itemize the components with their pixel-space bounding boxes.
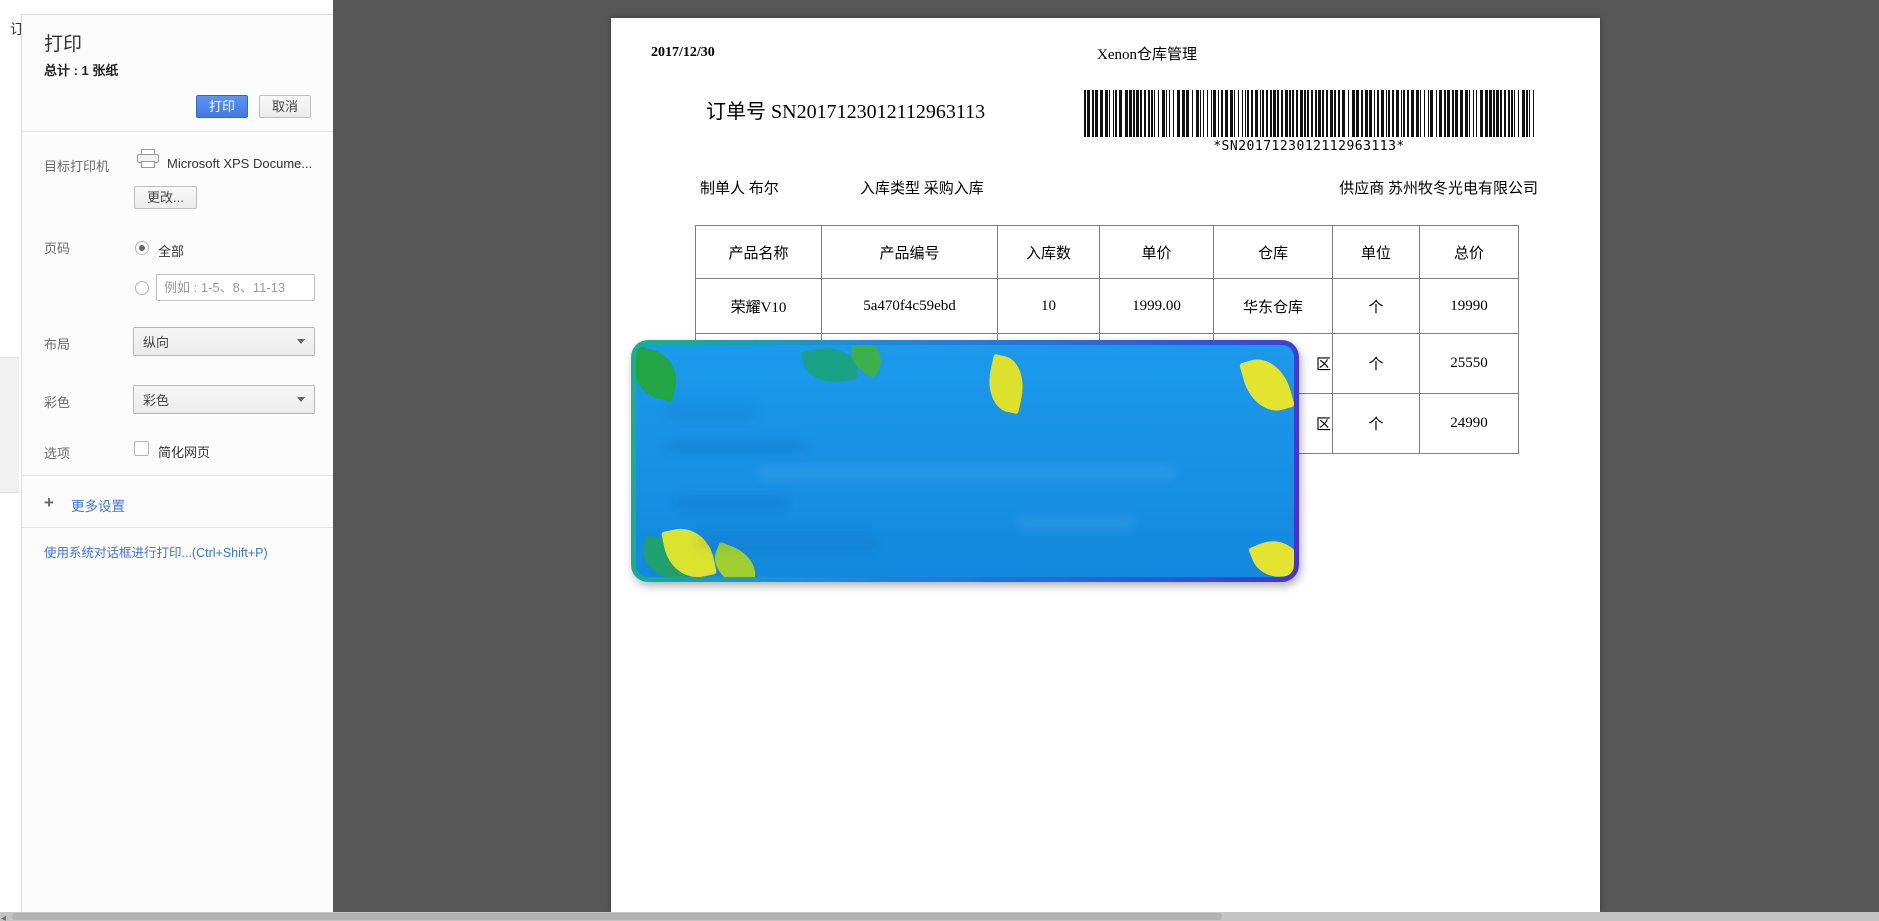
scroll-left-arrow-icon[interactable]: ◂ [1,914,6,921]
blurred-content [666,405,756,419]
blue-overlay-content [636,345,1294,577]
table-header-row: 产品名称 产品编号 入库数 单价 仓库 单位 总价 [696,226,1519,279]
cell-unit-price: 1999.00 [1100,279,1214,334]
cell-unit: 个 [1333,334,1420,394]
supplier-field: 供应商 苏州牧冬光电有限公司 [1339,177,1538,198]
cell-warehouse: 华东仓库 [1214,279,1333,334]
chevron-down-icon [297,339,305,344]
plus-icon: + [44,493,54,513]
cancel-button[interactable]: 取消 [259,95,311,118]
blurred-content [696,535,876,549]
cell-total-price: 25550 [1420,334,1519,394]
col-unit-price: 单价 [1100,226,1214,279]
options-label: 选项 [44,443,70,462]
print-total-sheets: 总计 : 1 张纸 [44,60,118,79]
change-printer-button[interactable]: 更改... [134,186,197,209]
col-total-price: 总价 [1420,226,1519,279]
chevron-down-icon [297,397,305,402]
simplify-page-label: 简化网页 [158,442,210,461]
blurred-content [666,440,806,454]
document-app-title: Xenon仓库管理 [1097,43,1197,64]
col-unit: 单位 [1333,226,1420,279]
cell-inbound-qty: 10 [998,279,1100,334]
background-page-block [0,357,19,493]
pages-all-label: 全部 [158,241,184,260]
blurred-content [756,465,1176,481]
document-date: 2017/12/30 [651,45,715,61]
print-dialog-title: 打印 [44,29,82,56]
system-dialog-print-link[interactable]: 使用系统对话框进行打印...(Ctrl+Shift+P) [44,542,268,561]
cell-unit: 个 [1333,279,1420,334]
pages-all-radio[interactable] [135,241,149,255]
barcode [1084,90,1534,137]
leaf-icon [983,354,1029,414]
background-page-strip: 订 [0,0,21,912]
print-button[interactable]: 打印 [196,95,248,118]
cell-total-price: 24990 [1420,394,1519,454]
pages-range-input[interactable] [156,274,315,301]
col-product-name: 产品名称 [696,226,822,279]
blurred-content [1016,515,1136,529]
leaf-icon [636,346,683,402]
printer-icon [137,149,159,169]
color-select[interactable]: 彩色 [133,385,315,414]
cell-product-code: 5a470f4c59ebd [822,279,998,334]
layout-select-value: 纵向 [143,332,169,351]
layout-select[interactable]: 纵向 [133,327,315,356]
color-select-value: 彩色 [143,390,169,409]
pages-label: 页码 [44,238,70,257]
layout-label: 布局 [44,334,70,353]
barcode-text: *SN2017123012112963113* [1084,139,1534,154]
leaf-icon [1248,532,1294,577]
stock-type-field: 入库类型 采购入库 [860,177,984,198]
printer-name: Microsoft XPS Docume... [167,156,312,171]
blurred-content [676,495,786,509]
order-number-title: 订单号 SN2017123012112963113 [706,95,985,124]
cell-product-name: 荣耀V10 [696,279,822,334]
pages-range-radio[interactable] [135,281,149,295]
leaf-icon [1239,352,1294,417]
col-product-code: 产品编号 [822,226,998,279]
destination-label: 目标打印机 [44,156,109,175]
print-dialog: 打印 总计 : 1 张纸 打印 取消 目标打印机 Microsoft XPS D… [21,14,333,912]
simplify-page-checkbox[interactable] [134,441,149,456]
divider [22,475,333,476]
divider [22,131,333,132]
cell-unit: 个 [1333,394,1420,454]
horizontal-scrollbar[interactable]: ◂ [0,912,1879,921]
creator-field: 制单人 布尔 [700,177,779,198]
color-label: 彩色 [44,392,70,411]
cell-total-price: 19990 [1420,279,1519,334]
col-warehouse: 仓库 [1214,226,1333,279]
col-inbound-qty: 入库数 [998,226,1100,279]
more-settings-link[interactable]: 更多设置 [71,495,125,515]
scrollbar-thumb[interactable] [12,913,1222,920]
divider [22,527,333,528]
table-row: 荣耀V10 5a470f4c59ebd 10 1999.00 华东仓库 个 19… [696,279,1519,334]
blue-overlay-card [631,340,1299,582]
